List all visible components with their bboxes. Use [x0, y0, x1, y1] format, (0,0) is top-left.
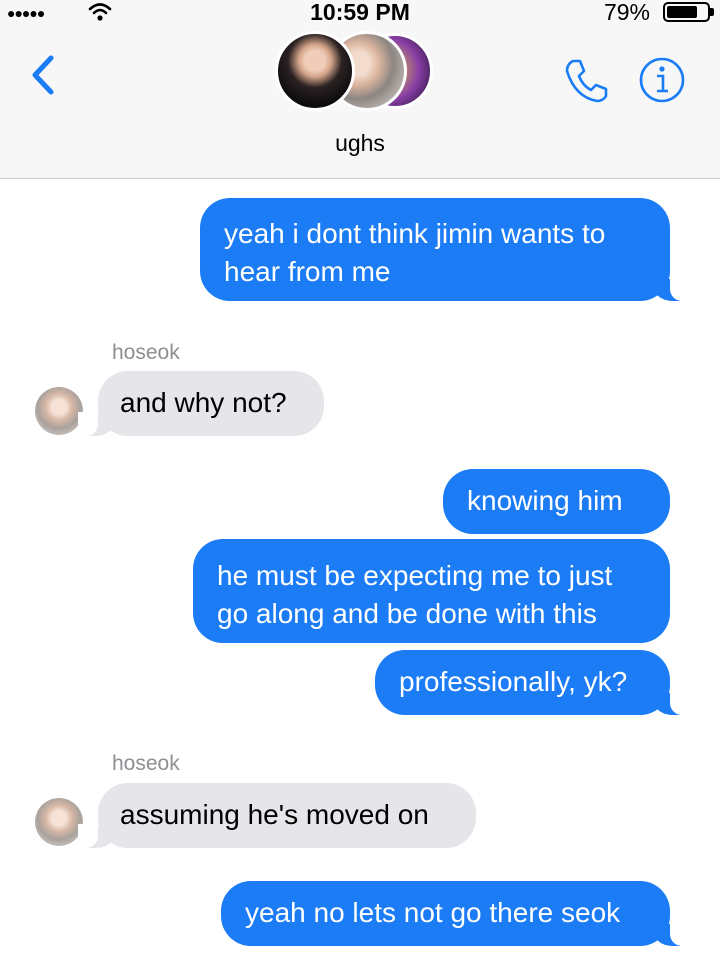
sent-message-bubble[interactable]: knowing him — [443, 469, 670, 534]
sent-message-bubble[interactable]: yeah i dont think jimin wants to hear fr… — [200, 198, 690, 301]
message-text: hear from me — [224, 256, 391, 287]
battery-tip — [710, 8, 714, 16]
message-text: professionally, yk? — [399, 666, 628, 697]
message-text: knowing him — [467, 485, 623, 516]
phone-icon — [565, 59, 608, 103]
message-text: assuming he's moved on — [120, 799, 429, 830]
message-text: he must be expecting me to just — [217, 560, 613, 591]
conversation-header: ●●●●● 10:59 PM 79% ughs — [0, 0, 720, 179]
messages-screen: ●●●●● 10:59 PM 79% ughs yeah i dont thin… — [0, 0, 720, 974]
sent-message-bubble[interactable]: he must be expecting me to just go along… — [193, 539, 670, 643]
battery-percent: 79% — [603, 0, 650, 25]
sent-message-bubble[interactable]: yeah no lets not go there seok — [221, 881, 690, 946]
info-button[interactable] — [637, 55, 687, 105]
message-text: yeah i dont think jimin wants to — [224, 218, 606, 249]
sender-avatar[interactable] — [35, 387, 83, 435]
battery-level-fill — [667, 6, 697, 18]
received-message-bubble[interactable]: and why not? — [78, 371, 324, 436]
group-member-avatar — [275, 31, 355, 111]
message-text: yeah no lets not go there seok — [245, 897, 621, 928]
group-avatars[interactable] — [275, 31, 445, 115]
sender-name: hoseok — [112, 341, 180, 364]
back-chevron-icon — [32, 55, 54, 95]
group-name[interactable]: ughs — [0, 130, 720, 157]
call-button[interactable] — [561, 55, 611, 105]
info-icon — [639, 57, 685, 103]
message-text: and why not? — [120, 387, 287, 418]
sender-avatar[interactable] — [35, 798, 83, 846]
battery-icon — [663, 2, 710, 22]
received-message-bubble[interactable]: assuming he's moved on — [78, 783, 476, 848]
message-text: go along and be done with this — [217, 598, 597, 629]
back-button[interactable] — [26, 50, 60, 100]
sender-name: hoseok — [112, 752, 180, 775]
status-bar: ●●●●● 10:59 PM 79% — [0, 0, 720, 28]
sent-message-bubble[interactable]: professionally, yk? — [375, 650, 690, 715]
